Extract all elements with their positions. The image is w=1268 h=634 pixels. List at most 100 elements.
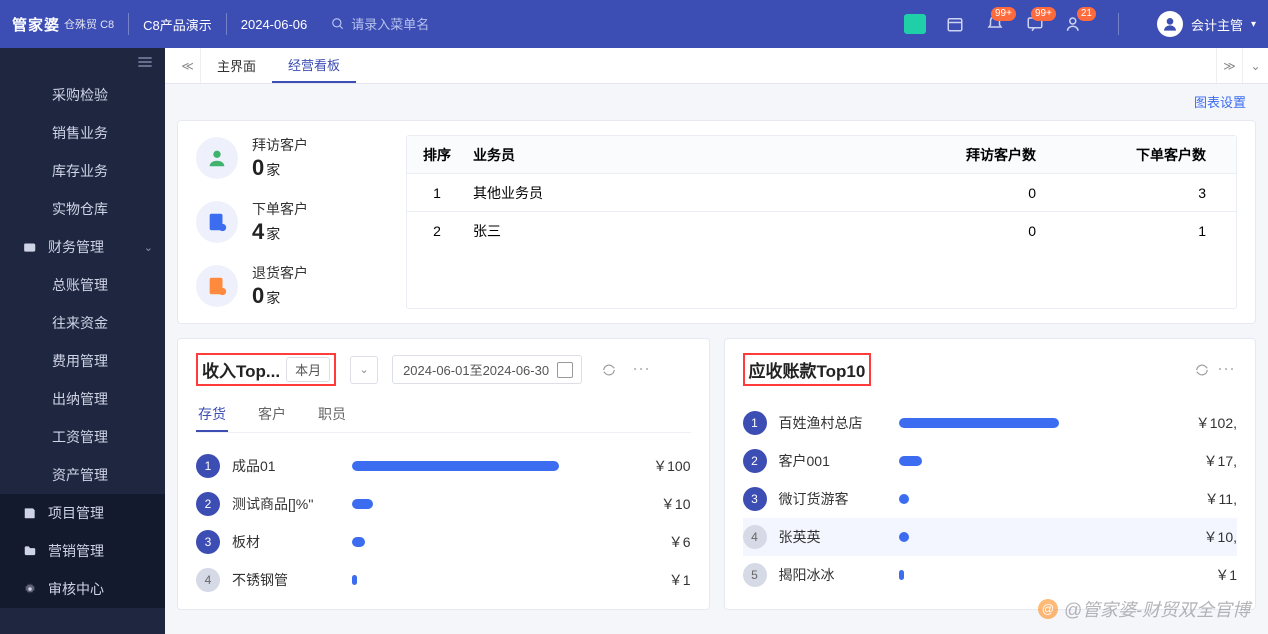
sidebar-group-marketing[interactable]: 营销管理: [0, 532, 165, 570]
cell-visit: 0: [916, 223, 1076, 239]
sidebar-label: 项目管理: [48, 503, 104, 523]
table-row[interactable]: 2 张三 0 1: [407, 212, 1236, 250]
sidebar-collapse[interactable]: [0, 48, 165, 76]
calendar-icon[interactable]: [944, 13, 966, 35]
month-selector[interactable]: 本月: [286, 357, 330, 382]
search-wrap: [331, 17, 491, 32]
rank-number: 3: [743, 487, 767, 511]
tabs-prev[interactable]: ≪: [175, 48, 201, 83]
sidebar-item-funds[interactable]: 往来资金: [0, 304, 165, 342]
sidebar-item-sales[interactable]: 销售业务: [0, 114, 165, 152]
return-icon: [196, 265, 238, 307]
rank-bar: [899, 532, 1158, 542]
income-subtabs: 存货 客户 职员: [196, 398, 691, 433]
avatar: [1157, 11, 1183, 37]
panel-head: 收入Top... 本月 ⌄ 2024-06-01至2024-06-30 ⋯: [196, 353, 691, 386]
rank-name: 测试商品[]%'': [232, 494, 352, 514]
rank-number: 5: [743, 563, 767, 587]
cell-idx: 2: [407, 223, 467, 239]
bell-badge: 99+: [991, 7, 1016, 21]
sidebar-item-cashier[interactable]: 出纳管理: [0, 380, 165, 418]
cell-idx: 1: [407, 185, 467, 201]
chat-icon[interactable]: 99+: [1024, 13, 1046, 35]
rank-row[interactable]: 2 客户001 ￥17,: [743, 442, 1238, 480]
subtab-customer[interactable]: 客户: [256, 398, 288, 432]
content: ≪ 主界面 经营看板 ≫ ⌄ 图表设置 拜访客户0家 下单客户4家: [165, 48, 1268, 634]
search-input[interactable]: [351, 17, 491, 32]
top-date: 2024-06-06: [241, 17, 308, 32]
sidebar-group-project[interactable]: 项目管理: [0, 494, 165, 532]
rank-bar: [899, 456, 1158, 466]
table-row[interactable]: 1 其他业务员 0 3: [407, 174, 1236, 212]
sidebar-label: 财务管理: [48, 237, 104, 257]
logo: 管家婆: [12, 14, 60, 35]
rank-value: ￥1: [1157, 565, 1237, 585]
rank-name: 微订货游客: [779, 489, 899, 509]
sidebar-item-salary[interactable]: 工资管理: [0, 418, 165, 456]
sidebar-label: 营销管理: [48, 541, 104, 561]
subtab-stock[interactable]: 存货: [196, 398, 228, 432]
rank-row[interactable]: 4 不锈钢管 ￥1: [196, 561, 691, 599]
stat-order: 下单客户4家: [196, 199, 376, 245]
subtab-employee[interactable]: 职员: [316, 398, 348, 432]
more-icon[interactable]: ⋯: [1217, 359, 1237, 380]
users-icon[interactable]: 21: [1064, 13, 1086, 35]
bell-icon[interactable]: 99+: [984, 13, 1006, 35]
topbar: 管家婆 仓殊贸 C8 C8产品演示 2024-06-06 99+ 99+ 21 …: [0, 0, 1268, 48]
stat-label: 退货客户: [252, 263, 308, 283]
rank-row[interactable]: 3 微订货游客 ￥11,: [743, 480, 1238, 518]
tabbar: ≪ 主界面 经营看板 ≫ ⌄: [165, 48, 1268, 84]
tab-main[interactable]: 主界面: [201, 48, 272, 83]
stat-return: 退货客户0家: [196, 263, 376, 309]
cell-visit: 0: [916, 185, 1076, 201]
rank-value: ￥102,: [1157, 413, 1237, 433]
rank-value: ￥11,: [1157, 489, 1237, 509]
sidebar-label: 审核中心: [48, 579, 104, 599]
rank-row[interactable]: 3 板材 ￥6: [196, 523, 691, 561]
rank-row[interactable]: 4 张英英 ￥10,: [743, 518, 1238, 556]
dropdown-icon[interactable]: ⌄: [350, 356, 378, 384]
product-name: C8产品演示: [143, 15, 212, 34]
refresh-icon[interactable]: [1191, 359, 1213, 381]
rank-row[interactable]: 5 揭阳冰冰 ￥1: [743, 556, 1238, 594]
rank-row[interactable]: 2 测试商品[]%'' ￥10: [196, 485, 691, 523]
tabs-next[interactable]: ≫: [1216, 48, 1242, 83]
col-idx: 排序: [407, 145, 467, 165]
sidebar-item-expense[interactable]: 费用管理: [0, 342, 165, 380]
tab-dashboard[interactable]: 经营看板: [272, 48, 356, 83]
col-order: 下单客户数: [1076, 145, 1236, 165]
tabs-menu[interactable]: ⌄: [1242, 48, 1268, 83]
date-range-picker[interactable]: 2024-06-01至2024-06-30: [392, 355, 582, 384]
rank-number: 4: [743, 525, 767, 549]
rank-bar: [352, 575, 611, 585]
stat-value: 4: [252, 219, 264, 245]
sidebar-item-ledger[interactable]: 总账管理: [0, 266, 165, 304]
rank-row[interactable]: 1 成品01 ￥100: [196, 447, 691, 485]
sidebar-item-asset[interactable]: 资产管理: [0, 456, 165, 494]
rank-name: 张英英: [779, 527, 899, 547]
col-visit: 拜访客户数: [916, 145, 1076, 165]
sidebar: 采购检验 销售业务 库存业务 实物仓库 财务管理 ⌄ 总账管理 往来资金 费用管…: [0, 48, 165, 634]
hot-icon[interactable]: [904, 13, 926, 35]
rank-value: ￥6: [611, 532, 691, 552]
stat-unit: 家: [266, 160, 280, 180]
refresh-icon[interactable]: [598, 359, 620, 381]
canvas: 图表设置 拜访客户0家 下单客户4家 退货客户0家: [165, 84, 1268, 634]
rank-name: 揭阳冰冰: [779, 565, 899, 585]
salesman-table: 排序 业务员 拜访客户数 下单客户数 1 其他业务员 0 3 2 张三 0 1: [406, 135, 1237, 309]
rank-bar: [352, 461, 611, 471]
stat-unit: 家: [266, 288, 280, 308]
more-icon[interactable]: ⋯: [632, 359, 652, 380]
sidebar-item-purchase-check[interactable]: 采购检验: [0, 76, 165, 114]
sidebar-item-inventory[interactable]: 库存业务: [0, 152, 165, 190]
rank-row[interactable]: 1 百姓渔村总店 ￥102,: [743, 404, 1238, 442]
chart-settings-link[interactable]: 图表设置: [1194, 92, 1246, 111]
sidebar-group-audit[interactable]: 审核中心: [0, 570, 165, 608]
rank-bar: [899, 418, 1158, 428]
rank-number: 1: [743, 411, 767, 435]
rank-value: ￥1: [611, 570, 691, 590]
rank-name: 客户001: [779, 451, 899, 471]
sidebar-item-warehouse[interactable]: 实物仓库: [0, 190, 165, 228]
user-menu[interactable]: 会计主管 ▾: [1157, 11, 1256, 37]
sidebar-group-finance[interactable]: 财务管理 ⌄: [0, 228, 165, 266]
